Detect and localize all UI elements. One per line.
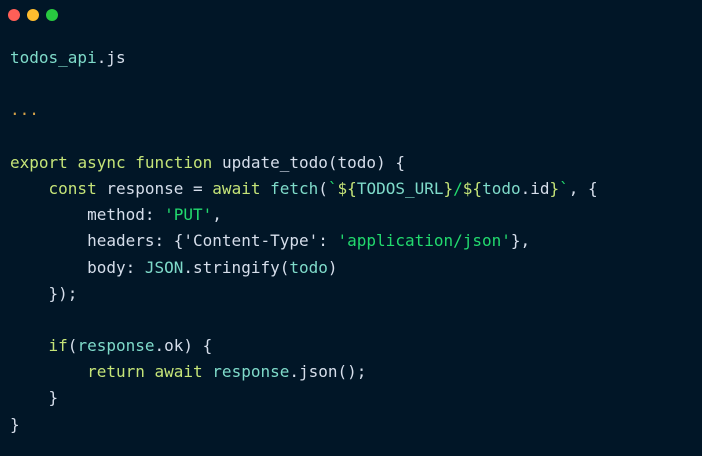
code-token: response bbox=[77, 336, 155, 356]
code-token: const bbox=[48, 178, 107, 198]
maximize-dot[interactable] bbox=[46, 9, 58, 21]
code-window: todos_api.js... export async function upd… bbox=[0, 0, 702, 456]
code-token: } bbox=[10, 414, 20, 434]
code-token: }, bbox=[510, 231, 531, 251]
code-token: , { bbox=[568, 178, 598, 198]
code-token: async bbox=[77, 152, 136, 172]
code-token: ( bbox=[67, 336, 78, 356]
code-token: 'PUT' bbox=[164, 205, 213, 225]
code-token: await bbox=[212, 178, 271, 198]
code-token: , bbox=[212, 205, 222, 225]
code-token: .id bbox=[520, 178, 550, 198]
code-token: await bbox=[154, 362, 213, 382]
code-token: update_todo(todo) { bbox=[221, 152, 405, 172]
code-line: export async function update_todo(todo) … bbox=[10, 150, 598, 176]
code-token: .stringify( bbox=[183, 257, 290, 277]
code-token: if bbox=[48, 336, 68, 356]
code-token: method: bbox=[10, 205, 165, 225]
code-token: return bbox=[87, 362, 155, 382]
code-token: } bbox=[549, 178, 560, 198]
code-token: todo bbox=[289, 257, 328, 277]
code-token: response = bbox=[106, 178, 213, 198]
code-token: headers: {'Content-Type': bbox=[10, 231, 338, 251]
code-token: .js bbox=[96, 48, 126, 67]
code-token: export bbox=[10, 152, 78, 172]
code-token: ${ bbox=[462, 178, 483, 198]
code-token: ${ bbox=[337, 178, 357, 198]
code-block: todos_api.js... export async function upd… bbox=[10, 45, 598, 438]
code-token: response bbox=[212, 362, 290, 382]
code-token: JSON bbox=[144, 257, 184, 277]
code-line: todos_api.js bbox=[10, 45, 598, 71]
code-line: if(response.ok) { bbox=[10, 333, 598, 359]
code-token: function bbox=[135, 152, 222, 172]
code-token: ` bbox=[559, 178, 569, 198]
code-line: const response = await fetch(`${TODOS_UR… bbox=[10, 176, 598, 202]
minimize-dot[interactable] bbox=[27, 9, 39, 21]
code-token: }); bbox=[10, 283, 78, 303]
code-token: .json(); bbox=[289, 362, 367, 382]
code-token: ) bbox=[327, 257, 338, 277]
window-controls bbox=[8, 9, 58, 21]
close-dot[interactable] bbox=[8, 9, 20, 21]
code-token: } bbox=[10, 388, 59, 408]
code-line: }); bbox=[10, 281, 598, 307]
code-line: ... bbox=[10, 97, 598, 123]
code-line: } bbox=[10, 385, 598, 411]
code-token: fetch bbox=[270, 178, 319, 198]
code-token: .ok) { bbox=[154, 336, 213, 356]
code-token: TODOS_URL bbox=[356, 178, 444, 198]
code-line: return await response.json(); bbox=[10, 359, 598, 385]
code-token: body: bbox=[10, 257, 145, 277]
code-line: } bbox=[10, 412, 598, 438]
code-line: headers: {'Content-Type': 'application/j… bbox=[10, 228, 598, 254]
code-token: / bbox=[453, 178, 463, 198]
code-line: body: JSON.stringify(todo) bbox=[10, 255, 598, 281]
code-token: todos_api bbox=[10, 48, 97, 67]
code-token: ` bbox=[327, 178, 338, 198]
code-line: method: 'PUT', bbox=[10, 202, 598, 228]
code-token: ... bbox=[10, 100, 39, 120]
code-token: 'application/json' bbox=[337, 231, 511, 251]
code-token: todo bbox=[482, 178, 521, 198]
code-token: } bbox=[443, 178, 454, 198]
code-token: ( bbox=[318, 178, 328, 198]
